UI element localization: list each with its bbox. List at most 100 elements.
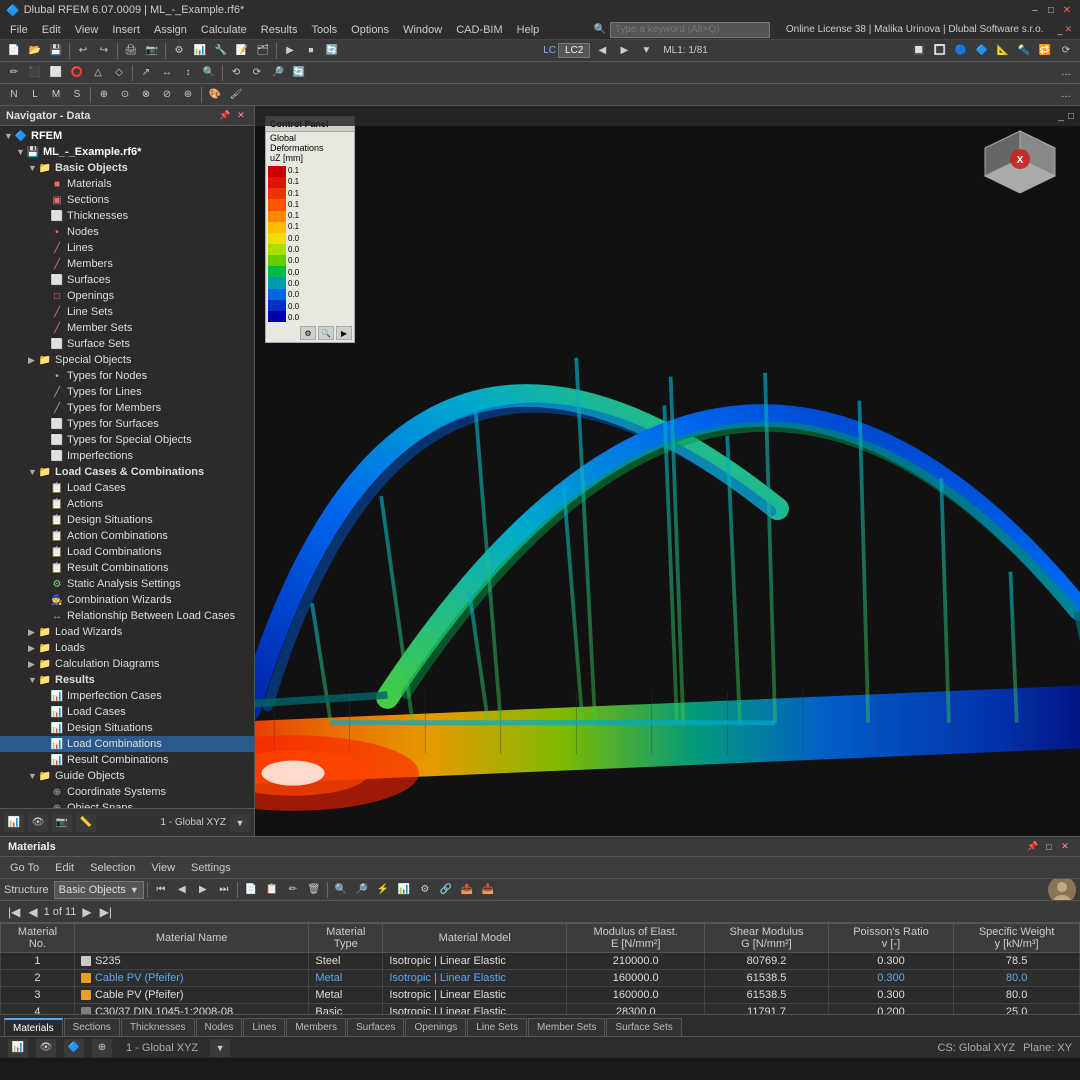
- tb-btn-c[interactable]: 🔧: [211, 42, 231, 60]
- mat-icon-9[interactable]: 🔍: [331, 881, 351, 899]
- tab-members[interactable]: Members: [286, 1018, 346, 1036]
- tb-btn-f[interactable]: ▶: [280, 42, 300, 60]
- view-btn-8[interactable]: ⟳: [1056, 42, 1076, 60]
- screenshot-btn[interactable]: 📷: [142, 42, 162, 60]
- tree-item-res-resultcomb[interactable]: 📊 Result Combinations: [0, 752, 254, 768]
- tb-btn-b[interactable]: 📊: [190, 42, 210, 60]
- tree-item-guide[interactable]: ▼ 📁 Guide Objects: [0, 768, 254, 784]
- t3-btn-10[interactable]: 🎨: [205, 86, 225, 104]
- mat-icon-14[interactable]: 🔗: [436, 881, 456, 899]
- menu-calculate[interactable]: Calculate: [195, 23, 253, 37]
- tab-membersets[interactable]: Member Sets: [528, 1018, 605, 1036]
- lc-menu[interactable]: ▼: [636, 42, 656, 60]
- view-btn-7[interactable]: 🔁: [1035, 42, 1055, 60]
- mat-icon-15[interactable]: 📤: [457, 881, 477, 899]
- nav-close-btn[interactable]: ✕: [234, 109, 248, 123]
- lc-next[interactable]: ▶: [614, 42, 634, 60]
- cp-settings-btn[interactable]: ⚙: [300, 326, 316, 340]
- t3-btn-7[interactable]: ⊗: [136, 86, 156, 104]
- tab-linesets[interactable]: Line Sets: [467, 1018, 527, 1036]
- menu-results[interactable]: Results: [255, 23, 304, 37]
- t3-btn-5[interactable]: ⊕: [94, 86, 114, 104]
- tree-item-special[interactable]: ▶ 📁 Special Objects: [0, 352, 254, 368]
- t3-btn-6[interactable]: ⊙: [115, 86, 135, 104]
- t2-btn-4[interactable]: ⭕: [67, 64, 87, 82]
- tree-item-surfaces[interactable]: ⬜ Surfaces: [0, 272, 254, 288]
- tree-item-membersets[interactable]: ╱ Member Sets: [0, 320, 254, 336]
- tree-item-loadcomb[interactable]: 📋 Load Combinations: [0, 544, 254, 560]
- view-btn-4[interactable]: 🔷: [972, 42, 992, 60]
- tree-item-combwizard[interactable]: 🧙 Combination Wizards: [0, 592, 254, 608]
- tb-btn-a[interactable]: ⚙: [169, 42, 189, 60]
- tab-thicknesses[interactable]: Thicknesses: [121, 1018, 195, 1036]
- coord-btn[interactable]: ▼: [230, 814, 250, 832]
- tree-item-typeslines[interactable]: ╱ Types for Lines: [0, 384, 254, 400]
- mat-icon-1[interactable]: ⏮: [151, 881, 171, 899]
- tree-item-calcdiag[interactable]: ▶ 📁 Calculation Diagrams: [0, 656, 254, 672]
- tree-item-thicknesses[interactable]: ⬜ Thicknesses: [0, 208, 254, 224]
- tree-item-objsnaps[interactable]: ⊕ Object Snaps: [0, 800, 254, 808]
- t3-btn-4[interactable]: S: [67, 86, 87, 104]
- tree-item-loads[interactable]: ▶ 📁 Loads: [0, 640, 254, 656]
- menu-tools[interactable]: Tools: [305, 23, 343, 37]
- nav-prev[interactable]: ◀: [26, 905, 39, 919]
- view-btn-2[interactable]: 🔳: [930, 42, 950, 60]
- table-row[interactable]: 1 S235 Steel Isotropic | Linear Elastic …: [1, 953, 1080, 970]
- open-btn[interactable]: 📂: [25, 42, 45, 60]
- orientation-cube[interactable]: X: [980, 126, 1060, 206]
- tree-item-sections[interactable]: ▣ Sections: [0, 192, 254, 208]
- tb-btn-g[interactable]: ⏹: [301, 42, 321, 60]
- new-btn[interactable]: 📄: [4, 42, 24, 60]
- mat-menu-settings[interactable]: Settings: [187, 862, 235, 874]
- tree-item-typessurfaces[interactable]: ⬜ Types for Surfaces: [0, 416, 254, 432]
- table-row[interactable]: 4 C30/37 DIN 1045-1:2008-08 Basic Isotro…: [1, 1004, 1080, 1015]
- navigator-buttons[interactable]: 📌 ✕: [218, 109, 248, 123]
- tree-item-typesnodes[interactable]: • Types for Nodes: [0, 368, 254, 384]
- t2-btn-6[interactable]: ◇: [109, 64, 129, 82]
- view-btn-5[interactable]: 📐: [993, 42, 1013, 60]
- t3-btn-9[interactable]: ⊛: [178, 86, 198, 104]
- t3-btn-11[interactable]: 🖌: [226, 86, 246, 104]
- table-row[interactable]: 2 Cable PV (Pfeifer) Metal Isotropic | L…: [1, 970, 1080, 987]
- close-button[interactable]: ✕: [1060, 3, 1074, 17]
- tree-item-surfacesets[interactable]: ⬜ Surface Sets: [0, 336, 254, 352]
- mat-icon-12[interactable]: 📊: [394, 881, 414, 899]
- nav-next[interactable]: ▶: [80, 905, 93, 919]
- minimize-button[interactable]: –: [1028, 3, 1042, 17]
- mat-icon-5[interactable]: 📄: [241, 881, 261, 899]
- t3-btn-2[interactable]: L: [25, 86, 45, 104]
- t3-btn-more[interactable]: …: [1056, 86, 1076, 104]
- nav-first[interactable]: |◀: [6, 905, 22, 919]
- t2-btn-1[interactable]: ✏: [4, 64, 24, 82]
- nav-pin-btn[interactable]: 📌: [218, 109, 232, 123]
- tree-item-loadcases[interactable]: 📋 Load Cases: [0, 480, 254, 496]
- tb-btn-e[interactable]: 🗂: [253, 42, 273, 60]
- tree-item-project[interactable]: ▼ 💾 ML_-_Example.rf6*: [0, 144, 254, 160]
- undo-btn[interactable]: ↩: [73, 42, 93, 60]
- t3-btn-3[interactable]: M: [46, 86, 66, 104]
- mat-icon-16[interactable]: 📥: [478, 881, 498, 899]
- menu-edit[interactable]: Edit: [36, 23, 67, 37]
- window-buttons[interactable]: – □ ✕: [1028, 3, 1074, 17]
- tb-btn-h[interactable]: 🔄: [322, 42, 342, 60]
- t2-btn-10[interactable]: 🔍: [199, 64, 219, 82]
- tree-item-imperfections[interactable]: ⬜ Imperfections: [0, 448, 254, 464]
- t2-btn-5[interactable]: △: [88, 64, 108, 82]
- mat-max-btn[interactable]: □: [1042, 840, 1056, 854]
- tree-item-typesspecial[interactable]: ⬜ Types for Special Objects: [0, 432, 254, 448]
- lc-prev[interactable]: ◀: [592, 42, 612, 60]
- mat-icon-6[interactable]: 📋: [262, 881, 282, 899]
- tree-root-rfem[interactable]: ▼ 🔷 RFEM: [0, 128, 254, 144]
- save-btn[interactable]: 💾: [46, 42, 66, 60]
- cp-zoom-btn[interactable]: 🔍: [318, 326, 334, 340]
- tree-item-staticsettings[interactable]: ⚙ Static Analysis Settings: [0, 576, 254, 592]
- tree-item-members[interactable]: ╱ Members: [0, 256, 254, 272]
- status-coord-dropdown[interactable]: ▼: [210, 1039, 230, 1057]
- mat-menu-view[interactable]: View: [147, 862, 179, 874]
- t2-btn-8[interactable]: ↔: [157, 64, 177, 82]
- nav-cam-btn[interactable]: 📷: [52, 814, 72, 832]
- t2-btn-12[interactable]: ⟳: [247, 64, 267, 82]
- tree-item-res-designsit[interactable]: 📊 Design Situations: [0, 720, 254, 736]
- search-input[interactable]: [610, 22, 770, 38]
- tree-item-results-section[interactable]: ▼ 📁 Results: [0, 672, 254, 688]
